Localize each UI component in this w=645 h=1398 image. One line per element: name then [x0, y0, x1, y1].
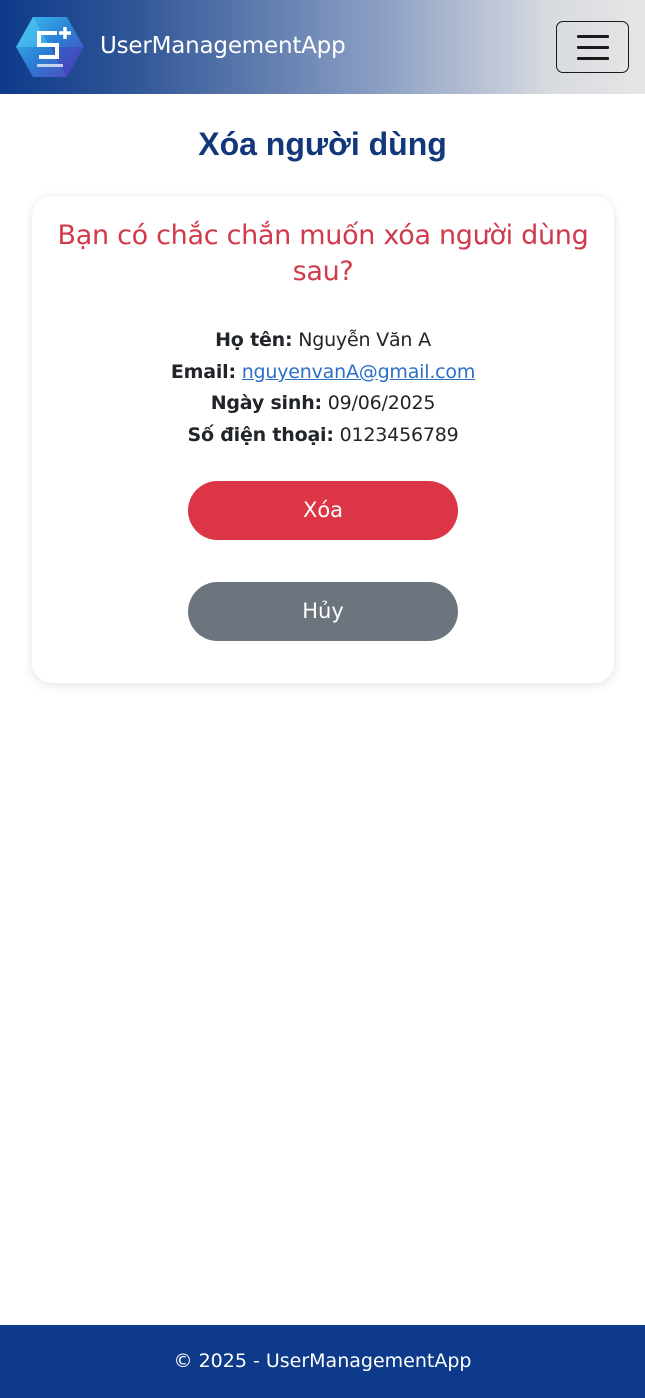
name-value: Nguyễn Văn A — [298, 329, 431, 351]
delete-confirm-card: Bạn có chắc chắn muốn xóa người dùng sau… — [32, 196, 614, 683]
brand-name[interactable]: UserManagementApp — [100, 31, 346, 61]
footer-text: © 2025 - UserManagementApp — [173, 1350, 472, 1372]
name-row: Họ tên: Nguyễn Văn A — [32, 324, 614, 356]
delete-button[interactable]: Xóa — [188, 481, 458, 540]
dob-label: Ngày sinh: — [210, 392, 322, 414]
phone-label: Số điện thoại: — [187, 424, 334, 446]
dob-value: 09/06/2025 — [327, 392, 436, 414]
name-label: Họ tên: — [215, 329, 293, 351]
confirm-question: Bạn có chắc chắn muốn xóa người dùng sau… — [57, 220, 589, 287]
hamburger-menu-icon — [577, 35, 609, 38]
email-label: Email: — [170, 361, 236, 383]
navbar: UserManagementApp — [0, 0, 645, 94]
cancel-button[interactable]: Hủy — [188, 582, 458, 641]
footer: © 2025 - UserManagementApp — [0, 1325, 645, 1398]
email-row: Email: nguyenvanA@gmail.com — [32, 356, 614, 388]
phone-row: Số điện thoại: 0123456789 — [32, 419, 614, 451]
menu-toggle-button[interactable] — [556, 21, 629, 73]
page-title: Xóa người dùng — [198, 126, 447, 162]
email-link[interactable]: nguyenvanA@gmail.com — [242, 361, 476, 383]
phone-value: 0123456789 — [339, 424, 459, 446]
app-logo-icon[interactable] — [15, 15, 85, 79]
dob-row: Ngày sinh: 09/06/2025 — [32, 387, 614, 419]
